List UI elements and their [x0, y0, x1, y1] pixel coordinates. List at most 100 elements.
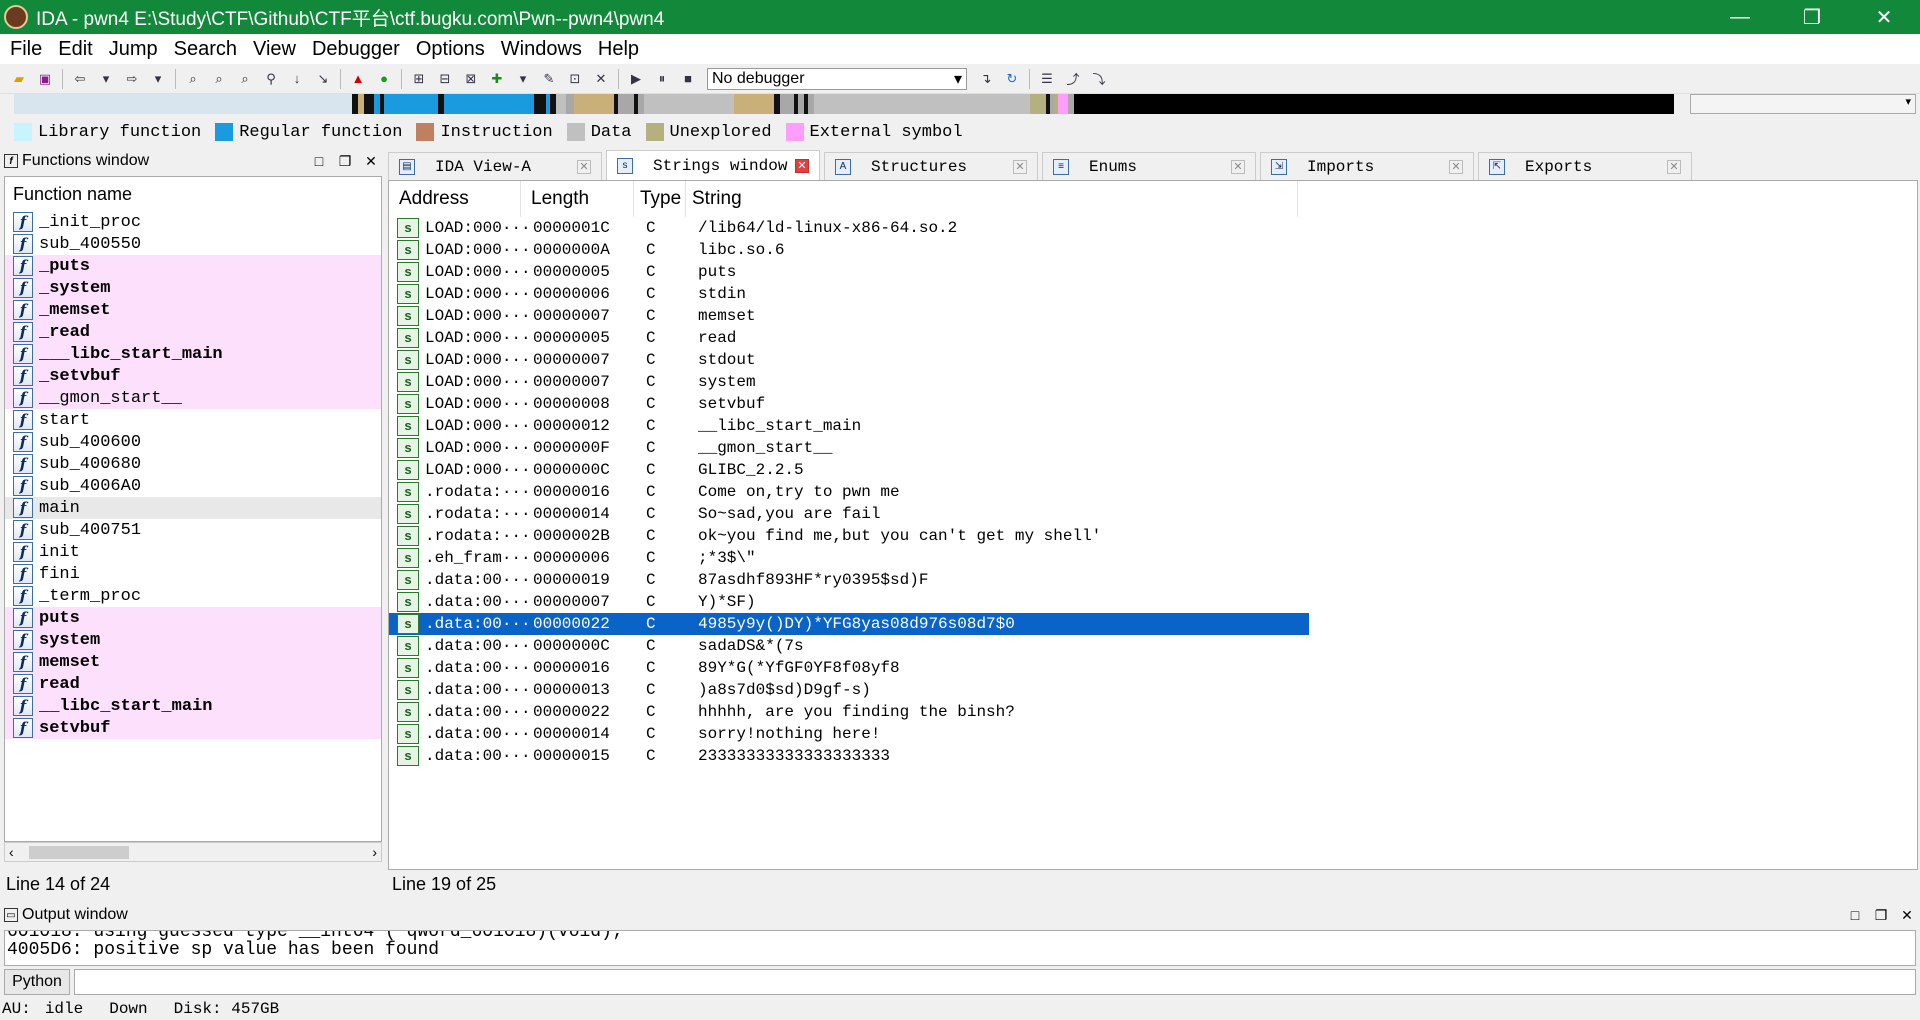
navigation-band[interactable]: ▾ [0, 94, 1920, 118]
open-icon[interactable]: ▰ [9, 69, 29, 89]
make-string-icon[interactable]: ⊠ [461, 69, 481, 89]
string-row[interactable]: s .data:00··· 00000019 C 87asdhf893HF*ry0395… [389, 569, 1309, 591]
function-row[interactable]: f puts [5, 607, 381, 629]
string-row[interactable]: s .data:00··· 00000016 C 89Y*G(*YfGF0YF8f08y… [389, 657, 1309, 679]
strings-window[interactable]: Address Length Type String s LOAD:000··· 0… [388, 180, 1918, 870]
maximize-panel-icon[interactable]: □ [1842, 907, 1868, 924]
horizontal-scrollbar[interactable]: ‹ › [4, 842, 382, 862]
make-code-icon[interactable]: ⊞ [409, 69, 429, 89]
menu-file[interactable]: File [2, 38, 50, 61]
string-row[interactable]: s LOAD:000··· 00000007 Cmemset [389, 305, 1309, 327]
function-row[interactable]: f _memset [5, 299, 381, 321]
trace-icon[interactable]: ⤴ [1063, 69, 1083, 89]
structure-icon[interactable]: ⊡ [565, 69, 585, 89]
string-row[interactable]: s LOAD:000··· 00000006 Cstdin [389, 283, 1309, 305]
float-panel-icon[interactable]: ❐ [1868, 907, 1894, 924]
function-row[interactable]: f memset [5, 651, 381, 673]
debugger-select[interactable]: No debugger ▾ [707, 67, 967, 90]
string-row[interactable]: s LOAD:000··· 00000007 Csystem [389, 371, 1309, 393]
step-over-icon[interactable]: ↻ [1002, 69, 1022, 89]
command-input[interactable] [74, 969, 1916, 995]
scroll-left-icon[interactable]: ‹ [9, 844, 14, 860]
breakpoint-list-icon[interactable]: ☰ [1037, 69, 1057, 89]
menu-windows[interactable]: Windows [493, 38, 590, 61]
function-row[interactable]: f ___libc_start_main [5, 343, 381, 365]
run-icon[interactable]: ▶ [626, 69, 646, 89]
green-circle-icon[interactable]: ● [374, 69, 394, 89]
function-row[interactable]: f _read [5, 321, 381, 343]
tab-enums[interactable]: ≡ Enums ✕ [1042, 152, 1256, 180]
function-row[interactable]: f __gmon_start__ [5, 387, 381, 409]
function-row[interactable]: f _puts [5, 255, 381, 277]
find-next-icon[interactable]: ⚲ [261, 69, 281, 89]
pause-icon[interactable]: ⏸ [652, 69, 672, 89]
tab-exports[interactable]: ⇱ Exports ✕ [1478, 152, 1692, 180]
close-panel-icon[interactable]: ✕ [1894, 907, 1920, 924]
close-tab-icon[interactable]: ✕ [1013, 159, 1027, 174]
string-row[interactable]: s LOAD:000··· 00000008 Csetvbuf [389, 393, 1309, 415]
function-row[interactable]: f init [5, 541, 381, 563]
tab-strings-window[interactable]: s Strings window ✕ [606, 150, 820, 180]
string-row[interactable]: s LOAD:000··· 0000001C C/lib64/ld-linux-x86… [389, 217, 1309, 239]
maximize-panel-icon[interactable]: □ [306, 153, 332, 170]
string-row[interactable]: s .data:00··· 00000013 C)a8s7d0$sd)D9gf-s) [389, 679, 1309, 701]
string-row[interactable]: s .data:00··· 00000014 Csorry!nothing here! [389, 723, 1309, 745]
tab-imports[interactable]: ⇲ Imports ✕ [1260, 152, 1474, 180]
string-row[interactable]: s LOAD:000··· 0000000F C __gmon_start__ [389, 437, 1309, 459]
column-string[interactable]: String [686, 181, 1298, 217]
string-row[interactable]: s LOAD:000··· 00000005 Cread [389, 327, 1309, 349]
step-into-icon[interactable]: ↴ [976, 69, 996, 89]
function-row[interactable]: f main [5, 497, 381, 519]
function-row[interactable]: f system [5, 629, 381, 651]
menu-search[interactable]: Search [166, 38, 245, 61]
function-row[interactable]: f start [5, 409, 381, 431]
string-row[interactable]: s .eh_fram··· 00000006 C ;*3$\" [389, 547, 1309, 569]
immediate-search-icon[interactable]: ⌕ [235, 69, 255, 89]
string-row[interactable]: s .data:00··· 00000007 C Y)*SF) [389, 591, 1309, 613]
string-row[interactable]: s LOAD:000··· 00000005 Cputs [389, 261, 1309, 283]
scroll-right-icon[interactable]: › [372, 844, 377, 860]
close-tab-icon[interactable]: ✕ [1667, 159, 1681, 174]
string-row[interactable]: s .data:00··· 00000022 Chhhhh, are you find… [389, 701, 1309, 723]
menu-options[interactable]: Options [408, 38, 493, 61]
jump-down-icon[interactable]: ↓ [287, 69, 307, 89]
function-row[interactable]: f sub_400600 [5, 431, 381, 453]
add-dropdown-icon[interactable]: ▾ [513, 69, 533, 89]
forward-dropdown-icon[interactable]: ▾ [148, 69, 168, 89]
function-row[interactable]: f _setvbuf [5, 365, 381, 387]
close-tab-icon[interactable]: ✕ [1449, 159, 1463, 174]
string-row[interactable]: s LOAD:000··· 0000000C C GLIBC_2.2.5 [389, 459, 1309, 481]
function-row[interactable]: f sub_400550 [5, 233, 381, 255]
scrollbar-thumb[interactable] [29, 846, 129, 859]
function-row[interactable]: f fini [5, 563, 381, 585]
function-row[interactable]: f sub_4006A0 [5, 475, 381, 497]
add-icon[interactable]: ✚ [487, 69, 507, 89]
string-row[interactable]: s LOAD:000··· 00000012 C __libc_start_main [389, 415, 1309, 437]
function-row[interactable]: f _term_proc [5, 585, 381, 607]
function-row[interactable]: f _system [5, 277, 381, 299]
function-name-header[interactable]: Function name [5, 177, 381, 211]
string-row[interactable]: s LOAD:000··· 00000007 Cstdout [389, 349, 1309, 371]
back-dropdown-icon[interactable]: ▾ [96, 69, 116, 89]
tab-structures[interactable]: A Structures ✕ [824, 152, 1038, 180]
close-tab-icon[interactable]: ✕ [1231, 159, 1245, 174]
string-row[interactable]: s .rodata:··· 00000014 C So~sad,you are fail [389, 503, 1309, 525]
menu-help[interactable]: Help [590, 38, 647, 61]
function-row[interactable]: f read [5, 673, 381, 695]
mark-icon[interactable]: ↘ [313, 69, 333, 89]
close-button[interactable]: ✕ [1848, 0, 1920, 34]
menu-jump[interactable]: Jump [101, 38, 166, 61]
minimize-button[interactable]: — [1704, 0, 1776, 34]
float-panel-icon[interactable]: ❐ [332, 153, 358, 170]
string-row[interactable]: s .data:00··· 00000022 C 4985y9y()DY)*YFG8ya… [389, 613, 1309, 635]
column-length[interactable]: Length [521, 181, 634, 217]
menu-debugger[interactable]: Debugger [304, 38, 408, 61]
close-panel-icon[interactable]: ✕ [358, 153, 384, 170]
close-tab-icon[interactable]: ✕ [795, 158, 809, 173]
function-list[interactable]: Function name f _init_proc f sub_400550 f _pu… [4, 176, 382, 842]
back-icon[interactable]: ⇦ [70, 69, 90, 89]
undefine-icon[interactable]: ✕ [591, 69, 611, 89]
graph-icon[interactable]: ▲ [348, 69, 368, 89]
function-row[interactable]: f sub_400751 [5, 519, 381, 541]
navigation-strip[interactable] [14, 94, 1674, 114]
